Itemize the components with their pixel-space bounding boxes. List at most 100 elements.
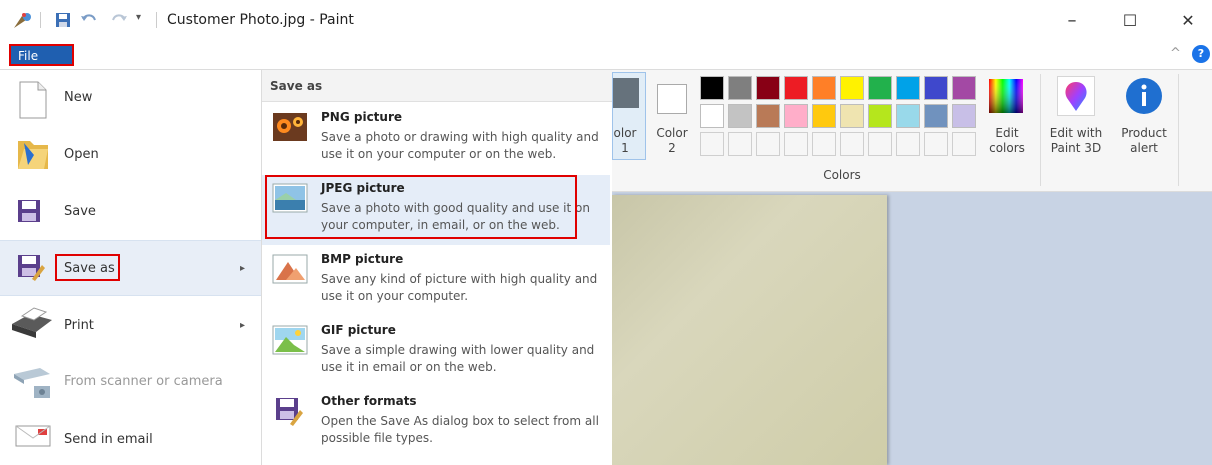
save-as-icon bbox=[14, 251, 50, 287]
other-formats-desc: Open the Save As dialog box to select fr… bbox=[321, 414, 599, 445]
menu-item-open[interactable]: Open bbox=[0, 127, 261, 183]
gif-option-title: GIF picture bbox=[321, 323, 396, 337]
new-file-icon bbox=[14, 80, 50, 119]
close-button[interactable]: ✕ bbox=[1168, 8, 1208, 34]
submenu-arrow-icon: ▸ bbox=[240, 263, 246, 274]
paint-3d-icon[interactable] bbox=[1057, 76, 1095, 116]
save-as-jpeg-option[interactable]: JPEG picture Save a photo with good qual… bbox=[262, 175, 610, 245]
palette-swatch[interactable] bbox=[868, 104, 892, 128]
palette-swatch[interactable] bbox=[924, 76, 948, 100]
image-canvas[interactable] bbox=[612, 195, 887, 465]
ribbon-divider bbox=[1178, 74, 1179, 186]
custom-color-slot[interactable] bbox=[952, 132, 976, 156]
file-tab[interactable]: File bbox=[9, 44, 74, 66]
palette-swatch[interactable] bbox=[728, 104, 752, 128]
menu-label-open: Open bbox=[64, 147, 99, 162]
qat-divider bbox=[40, 12, 41, 28]
bmp-option-desc: Save any kind of picture with high quali… bbox=[321, 272, 598, 303]
redo-icon[interactable] bbox=[110, 12, 128, 28]
palette-swatch[interactable] bbox=[756, 76, 780, 100]
custom-color-slot[interactable] bbox=[868, 132, 892, 156]
minimize-button[interactable]: – bbox=[1052, 8, 1092, 34]
gif-picture-icon bbox=[272, 325, 308, 355]
menu-item-new[interactable]: New bbox=[0, 70, 261, 126]
color-2-label: Color 2 bbox=[656, 126, 688, 155]
info-icon[interactable] bbox=[1124, 76, 1164, 116]
edit-with-paint-3d-label[interactable]: Edit with Paint 3D bbox=[1044, 126, 1108, 156]
palette-swatch[interactable] bbox=[756, 104, 780, 128]
ribbon-panel: olor 1 Color 2 Colors Edit colors Edit w… bbox=[612, 70, 1212, 192]
palette-swatch[interactable] bbox=[952, 104, 976, 128]
ribbon-tab-strip: ^ ? bbox=[0, 40, 1212, 70]
png-picture-icon bbox=[272, 112, 308, 142]
other-formats-icon bbox=[272, 396, 308, 426]
other-formats-title: Other formats bbox=[321, 394, 417, 408]
save-icon[interactable] bbox=[55, 12, 71, 28]
palette-swatch[interactable] bbox=[784, 76, 808, 100]
save-icon bbox=[14, 196, 50, 232]
color-2-swatch[interactable] bbox=[657, 84, 687, 114]
collapse-ribbon-icon[interactable]: ^ bbox=[1170, 46, 1181, 61]
window-title: Customer Photo.jpg - Paint bbox=[167, 12, 354, 28]
edit-colors-icon[interactable] bbox=[988, 78, 1026, 116]
palette-swatch[interactable] bbox=[896, 76, 920, 100]
menu-label-save: Save bbox=[64, 204, 96, 219]
custom-color-slot[interactable] bbox=[784, 132, 808, 156]
help-icon[interactable]: ? bbox=[1192, 45, 1210, 63]
undo-icon[interactable] bbox=[80, 12, 98, 28]
maximize-button[interactable]: ☐ bbox=[1110, 8, 1150, 34]
qat-customize-icon[interactable]: ▾ bbox=[136, 12, 141, 28]
save-as-header: Save as bbox=[262, 70, 612, 102]
custom-color-slot[interactable] bbox=[924, 132, 948, 156]
menu-item-send-email[interactable]: Send in email bbox=[0, 410, 261, 465]
palette-swatch[interactable] bbox=[700, 76, 724, 100]
custom-color-slot[interactable] bbox=[700, 132, 724, 156]
palette-swatch[interactable] bbox=[812, 104, 836, 128]
palette-swatch[interactable] bbox=[784, 104, 808, 128]
custom-color-slot[interactable] bbox=[756, 132, 780, 156]
palette-swatch[interactable] bbox=[868, 76, 892, 100]
custom-color-slot[interactable] bbox=[840, 132, 864, 156]
jpeg-option-title: JPEG picture bbox=[321, 181, 405, 195]
png-option-desc: Save a photo or drawing with high qualit… bbox=[321, 130, 599, 161]
palette-swatch[interactable] bbox=[840, 76, 864, 100]
palette-swatch[interactable] bbox=[812, 76, 836, 100]
custom-color-slot[interactable] bbox=[896, 132, 920, 156]
palette-swatch[interactable] bbox=[728, 76, 752, 100]
menu-label-save-as: Save as bbox=[64, 261, 115, 276]
jpeg-option-desc: Save a photo with good quality and use i… bbox=[321, 201, 590, 232]
save-as-gif-option[interactable]: GIF picture Save a simple drawing with l… bbox=[262, 317, 610, 387]
edit-colors-label[interactable]: Edit colors bbox=[982, 126, 1032, 156]
printer-icon bbox=[10, 304, 52, 340]
product-alert-label[interactable]: Product alert bbox=[1114, 126, 1174, 156]
save-as-bmp-option[interactable]: BMP picture Save any kind of picture wit… bbox=[262, 246, 610, 316]
email-icon bbox=[14, 422, 51, 458]
menu-item-from-scanner[interactable]: From scanner or camera bbox=[0, 354, 261, 410]
bmp-picture-icon bbox=[272, 254, 308, 284]
menu-item-save[interactable]: Save bbox=[0, 184, 261, 240]
file-menu-commands: New Open Save Save as ▸ Print ▸ From sca… bbox=[0, 70, 262, 465]
title-divider bbox=[156, 12, 157, 28]
menu-label-new: New bbox=[64, 90, 93, 105]
menu-label-send-email: Send in email bbox=[64, 432, 153, 447]
submenu-arrow-icon: ▸ bbox=[240, 320, 246, 331]
save-as-submenu: Save as PNG picture Save a photo or draw… bbox=[262, 70, 612, 465]
jpeg-picture-icon bbox=[272, 183, 308, 213]
title-bar: ▾ Customer Photo.jpg - Paint – ☐ ✕ bbox=[0, 0, 1212, 40]
palette-swatch[interactable] bbox=[952, 76, 976, 100]
custom-color-slot[interactable] bbox=[728, 132, 752, 156]
ribbon-divider bbox=[1040, 74, 1041, 186]
palette-swatch[interactable] bbox=[700, 104, 724, 128]
gif-option-desc: Save a simple drawing with lower quality… bbox=[321, 343, 595, 374]
paint-app-icon[interactable] bbox=[12, 12, 34, 28]
menu-item-save-as[interactable]: Save as ▸ bbox=[0, 240, 261, 296]
save-as-other-formats-option[interactable]: Other formats Open the Save As dialog bo… bbox=[262, 388, 610, 458]
palette-swatch[interactable] bbox=[896, 104, 920, 128]
palette-swatch[interactable] bbox=[840, 104, 864, 128]
color-palette bbox=[700, 76, 982, 162]
palette-swatch[interactable] bbox=[924, 104, 948, 128]
menu-item-print[interactable]: Print ▸ bbox=[0, 298, 261, 354]
scanner-icon bbox=[10, 362, 50, 398]
save-as-png-option[interactable]: PNG picture Save a photo or drawing with… bbox=[262, 104, 610, 174]
custom-color-slot[interactable] bbox=[812, 132, 836, 156]
